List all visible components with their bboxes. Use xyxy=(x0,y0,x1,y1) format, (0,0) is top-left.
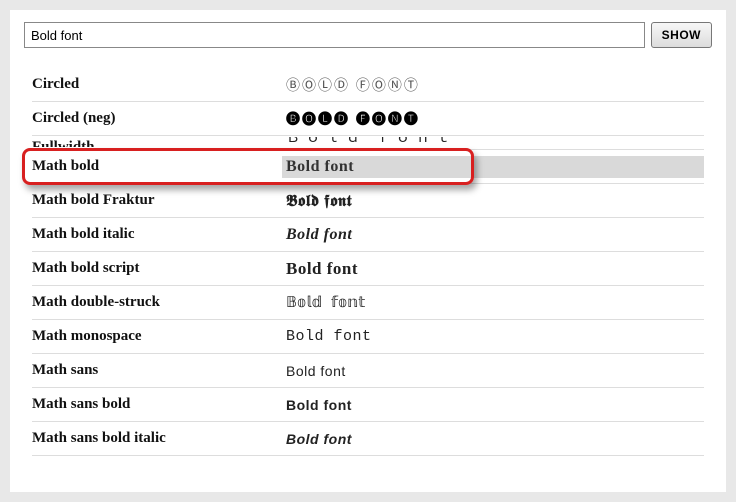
result-row: FullwidthＢｏｌｄ ｆｏｎｔ xyxy=(32,136,704,150)
result-row: Math sans bold italicBold font xyxy=(32,422,704,456)
result-row: Math double-struck𝔹𝕠𝕝𝕕 𝕗𝕠𝕟𝕥 xyxy=(32,286,704,320)
result-row: Math bold Fraktur𝕭𝖔𝖑𝖉 𝖋𝖔𝖓𝖙 xyxy=(32,184,704,218)
style-output[interactable]: Bold font xyxy=(282,326,704,347)
style-output[interactable]: Ｂｏｌｄ ｆｏｎｔ xyxy=(282,137,704,149)
style-label: Fullwidth xyxy=(32,139,282,147)
style-output[interactable]: ⒷⓄⓁⒹ ⒻⓄⓃⓉ xyxy=(282,73,704,97)
style-output[interactable]: Bold font xyxy=(282,156,704,178)
style-label: Circled (neg) xyxy=(32,104,282,133)
result-row: CircledⒷⓄⓁⒹ ⒻⓄⓃⓉ xyxy=(32,68,704,102)
style-output[interactable]: Bold font xyxy=(282,429,704,449)
style-label: Math monospace xyxy=(32,322,282,351)
result-row: Math sansBold font xyxy=(32,354,704,388)
result-row: Circled (neg)🅑🅞🅛🅓 🅕🅞🅝🅣 xyxy=(32,102,704,136)
style-label: Circled xyxy=(32,70,282,99)
style-output[interactable]: 𝕭𝖔𝖑𝖉 𝖋𝖔𝖓𝖙 xyxy=(282,189,704,213)
style-label: Math bold Fraktur xyxy=(32,186,282,215)
results-list: CircledⒷⓄⓁⒹ ⒻⓄⓃⓉCircled (neg)🅑🅞🅛🅓 🅕🅞🅝🅣Fu… xyxy=(24,60,712,456)
style-label: Math bold script xyxy=(32,254,282,283)
style-output[interactable]: Bold font xyxy=(282,224,704,246)
style-output[interactable]: 𝔹𝕠𝕝𝕕 𝕗𝕠𝕟𝕥 xyxy=(282,291,704,314)
result-row: Math bold scriptBold font xyxy=(32,252,704,286)
style-label: Math sans bold xyxy=(32,390,282,419)
style-output[interactable]: Bold font xyxy=(282,257,704,281)
result-row: Math monospaceBold font xyxy=(32,320,704,354)
result-row: Math bold italicBold font xyxy=(32,218,704,252)
top-bar: SHOW xyxy=(24,22,712,48)
result-row: Math sans boldBold font xyxy=(32,388,704,422)
style-output[interactable]: Bold font xyxy=(282,395,704,415)
style-label: Math bold italic xyxy=(32,220,282,249)
style-output[interactable]: 🅑🅞🅛🅓 🅕🅞🅝🅣 xyxy=(282,107,704,131)
result-row: Math boldBold font xyxy=(32,150,704,184)
style-output[interactable]: Bold font xyxy=(282,361,704,381)
app-window: SHOW CircledⒷⓄⓁⒹ ⒻⓄⓃⓉCircled (neg)🅑🅞🅛🅓 🅕… xyxy=(10,10,726,492)
text-input[interactable] xyxy=(24,22,645,48)
style-label: Math sans bold italic xyxy=(32,424,282,453)
style-label: Math bold xyxy=(32,152,282,181)
style-label: Math sans xyxy=(32,356,282,385)
style-label: Math double-struck xyxy=(32,288,282,317)
show-button[interactable]: SHOW xyxy=(651,22,712,48)
